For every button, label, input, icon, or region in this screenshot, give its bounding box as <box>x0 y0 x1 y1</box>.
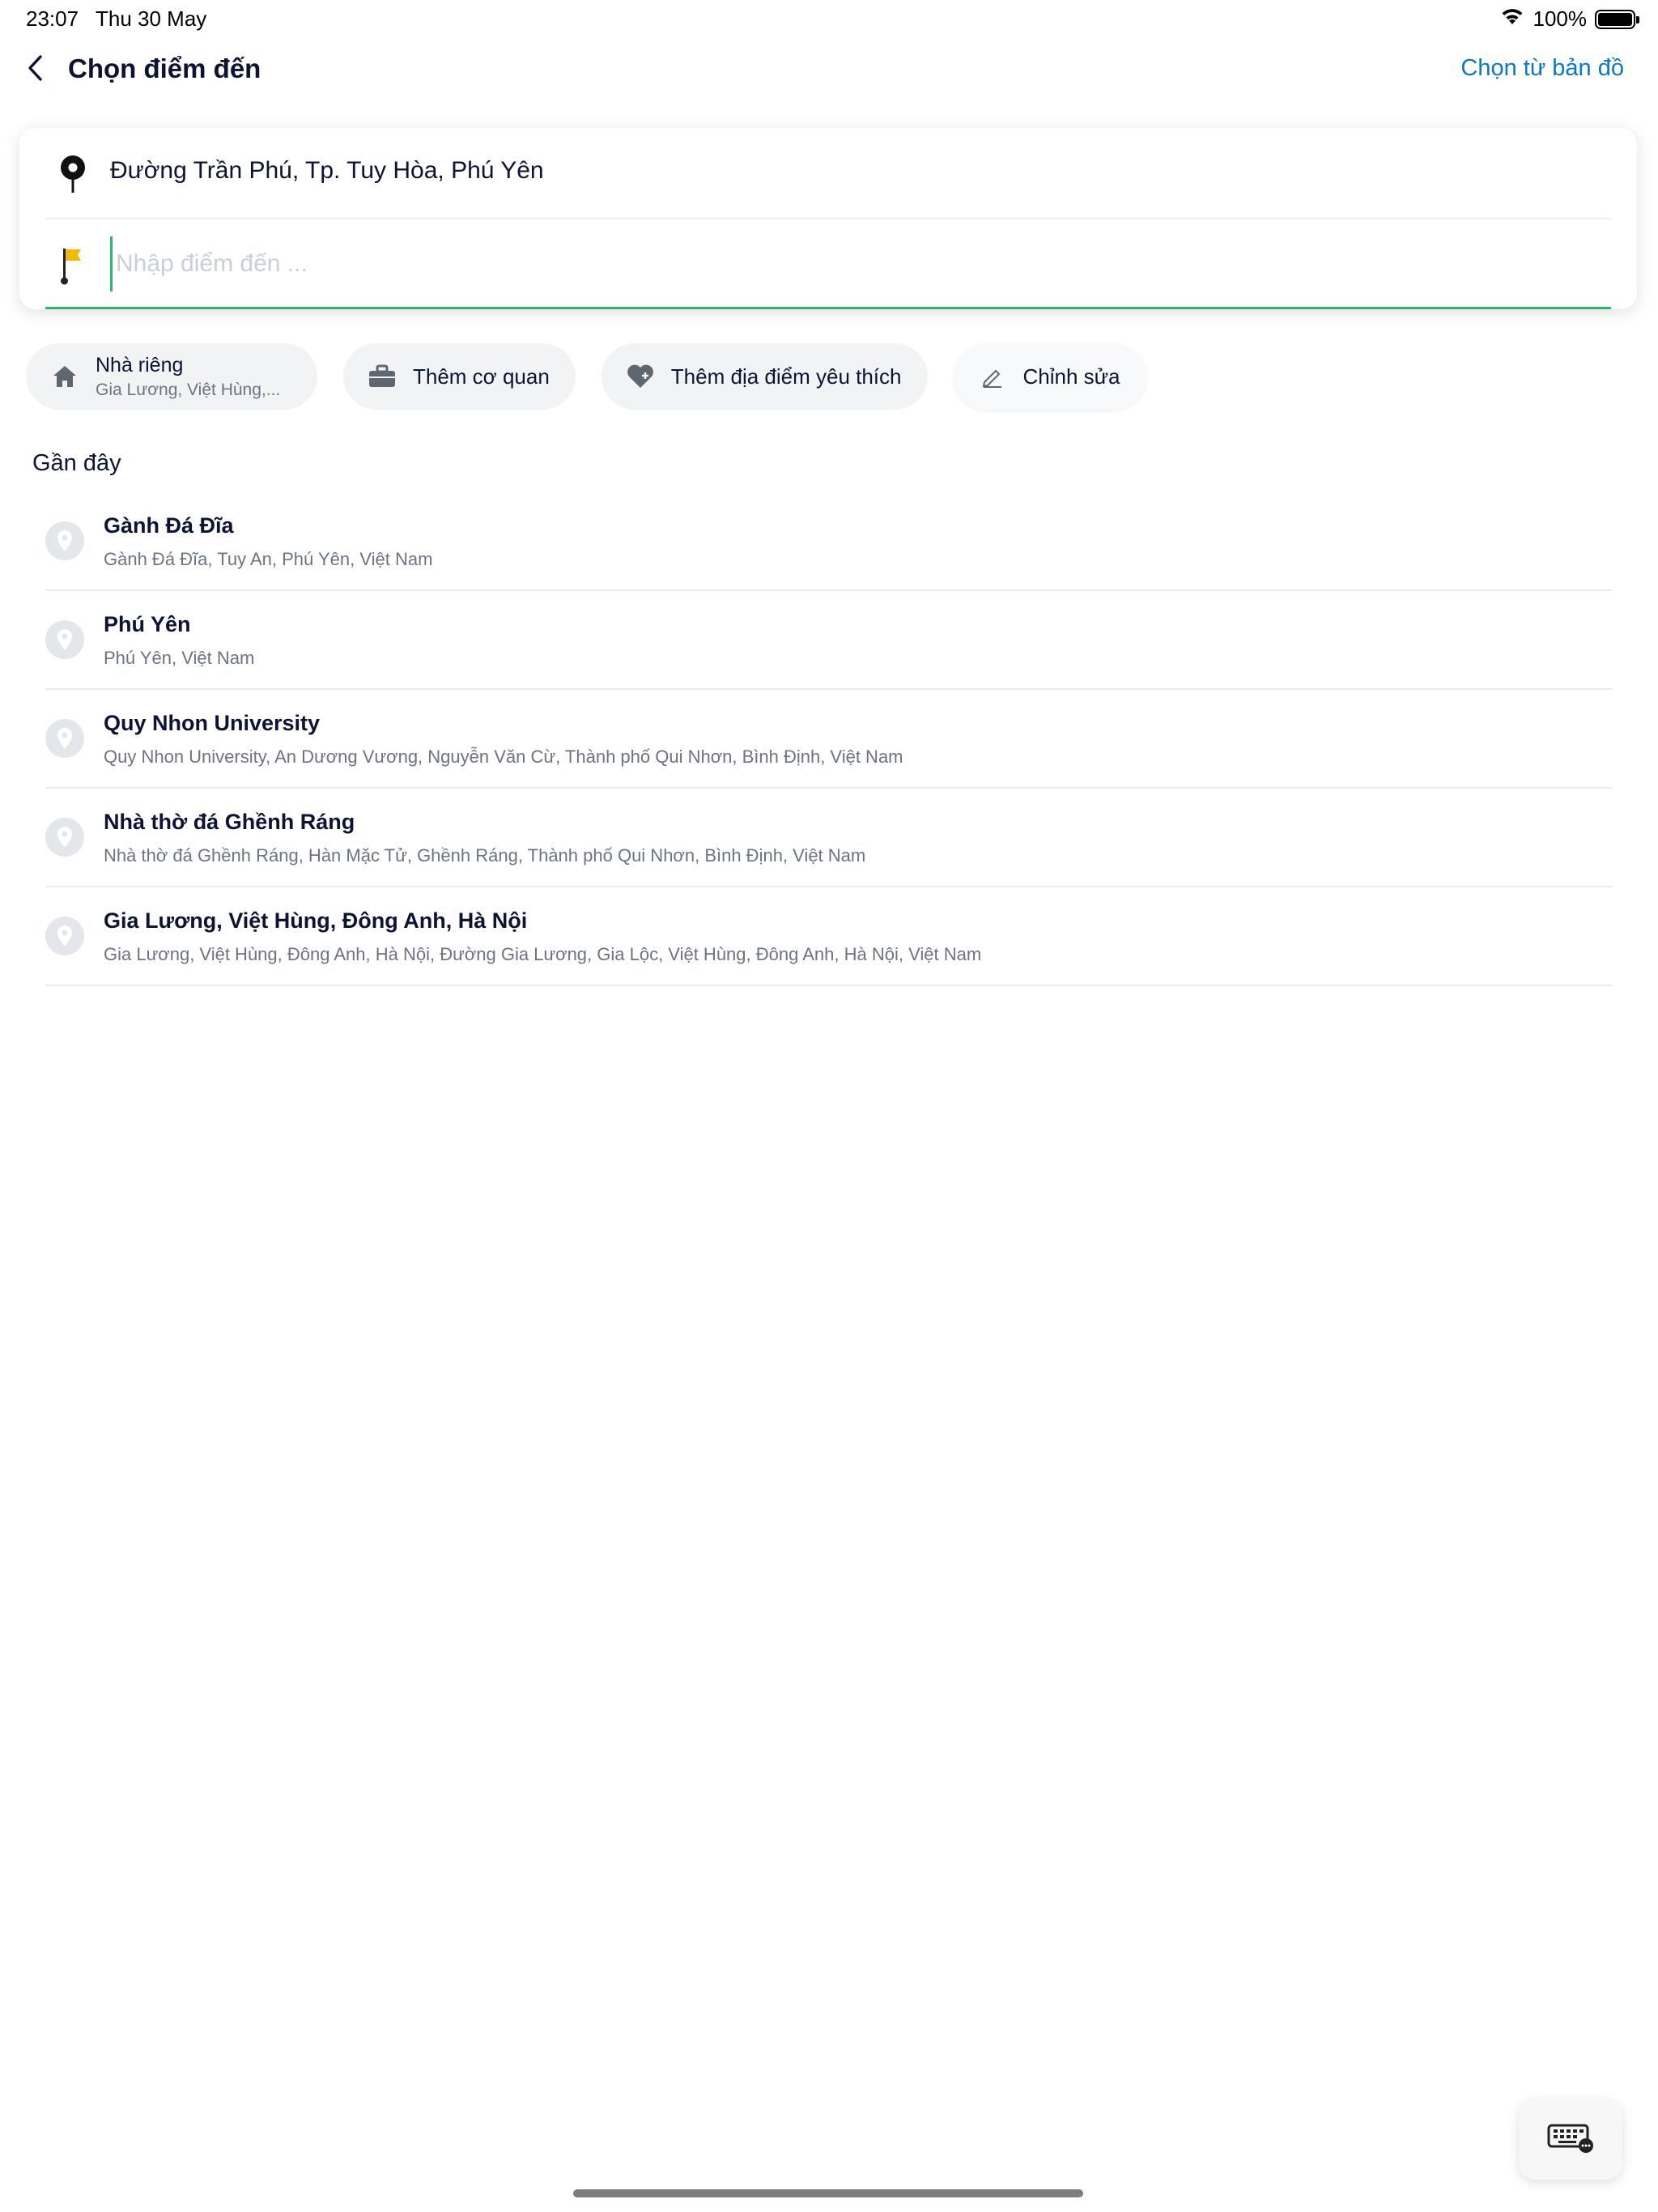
quick-places: Nhà riêng Gia Lương, Việt Hùng,... Thêm … <box>26 343 1146 410</box>
destination-focus-underline <box>45 307 1611 309</box>
list-item-subtitle: Nhà thờ đá Ghềnh Ráng, Hàn Mặc Tử, Ghềnh… <box>104 845 866 866</box>
recent-list: Gành Đá Đĩa Gành Đá Đĩa, Tuy An, Phú Yên… <box>45 492 1613 986</box>
list-item-title: Gành Đá Đĩa <box>104 513 234 538</box>
list-item[interactable]: Phú Yên Phú Yên, Việt Nam <box>45 591 1613 690</box>
map-pin-icon <box>52 152 94 198</box>
choose-from-map-link[interactable]: Chọn từ bản đồ <box>1460 55 1624 82</box>
edit-places-chip-label: Chỉnh sửa <box>1022 364 1120 389</box>
briefcase-icon <box>368 362 397 391</box>
list-item-title: Quy Nhon University <box>104 711 321 735</box>
list-item-title: Phú Yên <box>104 612 191 636</box>
add-favorite-chip-label: Thêm địa điểm yêu thích <box>670 364 902 389</box>
chevron-left-icon <box>28 54 44 86</box>
home-chip-address: Gia Lương, Việt Hùng,... <box>96 380 281 399</box>
home-indicator <box>573 2189 1083 2197</box>
list-item-subtitle: Quy Nhon University, An Dương Vương, Ngu… <box>104 747 903 767</box>
home-chip-text: Nhà riêng Gia Lương, Việt Hùng,... <box>96 354 280 400</box>
back-button[interactable] <box>18 52 53 87</box>
battery-icon <box>1595 9 1639 29</box>
list-item[interactable]: Nhà thờ đá Ghềnh Ráng Nhà thờ đá Ghềnh R… <box>45 789 1613 887</box>
page-title: Chọn điểm đến <box>68 53 261 83</box>
heart-icon <box>626 362 655 391</box>
house-icon <box>50 362 79 391</box>
location-pin-icon <box>45 917 84 955</box>
status-bar: 23:07 Thu 30 May 100% <box>0 0 1658 39</box>
list-item-subtitle: Gành Đá Đĩa, Tuy An, Phú Yên, Việt Nam <box>104 549 433 569</box>
pencil-icon <box>978 362 1007 391</box>
recent-section-title: Gần đây <box>32 450 121 476</box>
list-item[interactable]: Quy Nhon University Quy Nhon University,… <box>45 690 1613 789</box>
home-chip-label: Nhà riêng <box>96 353 184 376</box>
list-item-title: Gia Lương, Việt Hùng, Đông Anh, Hà Nội <box>104 908 528 933</box>
location-pin-icon <box>45 620 84 659</box>
battery-fill <box>1598 12 1632 26</box>
route-card: Đường Trần Phú, Tp. Tuy Hòa, Phú Yên <box>19 128 1637 309</box>
location-pin-icon <box>45 719 84 758</box>
flag-icon <box>52 243 94 288</box>
keyboard-icon <box>1547 2122 1594 2157</box>
status-date: Thu 30 May <box>96 6 207 31</box>
add-work-chip-label: Thêm cơ quan <box>413 364 550 389</box>
add-work-chip[interactable]: Thêm cơ quan <box>343 343 576 410</box>
home-chip[interactable]: Nhà riêng Gia Lương, Việt Hùng,... <box>26 343 317 410</box>
header: Chọn điểm đến Chọn từ bản đồ <box>0 45 1658 97</box>
list-item-title: Nhà thờ đá Ghềnh Ráng <box>104 810 355 834</box>
wifi-icon <box>1499 6 1525 32</box>
add-favorite-chip[interactable]: Thêm địa điểm yêu thích <box>601 343 928 410</box>
edit-places-chip[interactable]: Chỉnh sửa <box>953 343 1146 410</box>
location-pin-icon <box>45 521 84 560</box>
status-time: 23:07 <box>26 6 79 31</box>
destination-row <box>19 219 1637 309</box>
origin-row[interactable]: Đường Trần Phú, Tp. Tuy Hòa, Phú Yên <box>19 128 1637 219</box>
list-item-subtitle: Phú Yên, Việt Nam <box>104 648 255 668</box>
status-indicators: 100% <box>1499 6 1639 32</box>
origin-address: Đường Trần Phú, Tp. Tuy Hòa, Phú Yên <box>110 157 544 184</box>
battery-percent: 100% <box>1533 6 1588 31</box>
destination-input[interactable] <box>110 236 1615 291</box>
list-item[interactable]: Gia Lương, Việt Hùng, Đông Anh, Hà Nội G… <box>45 887 1613 986</box>
list-item-subtitle: Gia Lương, Việt Hùng, Đông Anh, Hà Nội, … <box>104 944 982 964</box>
keyboard-toggle-button[interactable] <box>1519 2099 1622 2180</box>
list-item[interactable]: Gành Đá Đĩa Gành Đá Đĩa, Tuy An, Phú Yên… <box>45 492 1613 591</box>
location-pin-icon <box>45 818 84 857</box>
